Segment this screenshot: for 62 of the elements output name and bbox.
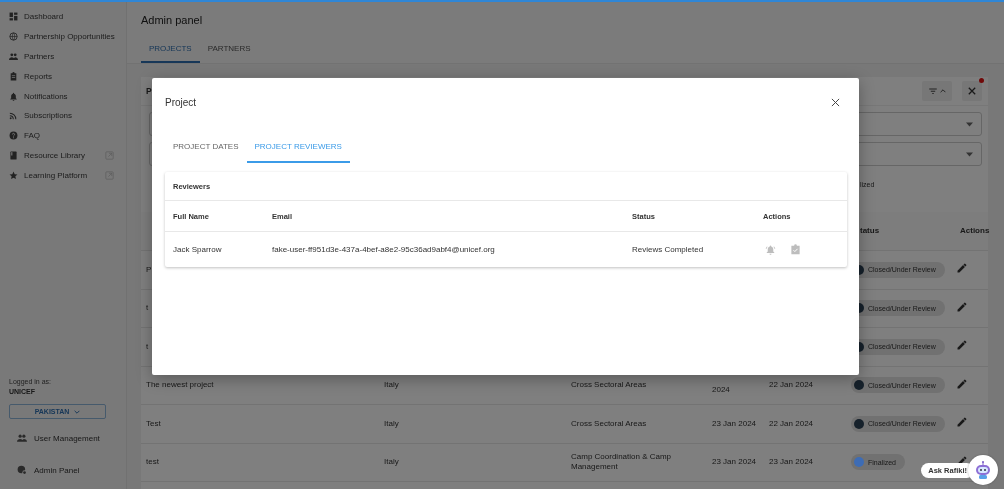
table-cell: Jack Sparrow — [173, 245, 222, 254]
sidebar-item[interactable]: Resource Library — [0, 145, 126, 166]
dialog-title: Project — [165, 97, 197, 108]
table-cell: P — [146, 264, 152, 274]
table-cell: Cross Sectoral Areas — [571, 380, 647, 390]
table-cell: 23 Jan 2024 — [712, 457, 757, 467]
sidebar-item[interactable]: Reports — [0, 66, 126, 87]
tab[interactable]: PARTNERS — [199, 36, 259, 63]
table-cell: Test — [146, 418, 161, 428]
close-button[interactable] — [829, 96, 842, 109]
table-cell: Italy — [384, 457, 399, 467]
bell-icon — [9, 91, 18, 101]
people-icon — [17, 433, 27, 443]
clipboard-icon — [9, 71, 18, 81]
help-icon — [9, 131, 18, 141]
robot-icon — [973, 460, 993, 480]
sidebar-item[interactable]: Dashboard — [0, 7, 126, 27]
table-cell: 22 Jan 2024 — [769, 380, 814, 390]
dashboard-icon — [9, 12, 18, 22]
alarm-bell-icon — [765, 244, 776, 255]
sidebar-item[interactable]: Admin Panel — [0, 460, 126, 480]
table-cell: t — [146, 341, 149, 351]
close-icon — [831, 98, 840, 107]
table-cell: Italy — [384, 380, 399, 390]
close-icon — [968, 87, 976, 95]
table-cell: 23 Jan 2024 — [712, 418, 757, 428]
table-cell: The newest project — [146, 380, 214, 390]
card-title: P — [146, 86, 153, 96]
table-cell: Italy — [384, 418, 399, 428]
table-cell: Camp Coordination & Camp Management — [571, 451, 672, 472]
sidebar-item[interactable]: Partners — [0, 46, 126, 67]
table-cell: Reviews Completed — [632, 245, 704, 254]
star-icon — [9, 170, 18, 180]
globe-icon — [9, 32, 18, 42]
table-cell: 22 Jan 2024 — [769, 418, 814, 428]
table-cell: fake-user-ff951d3e-437a-4bef-a8e2-95c36ad9abf4@unicef.org — [272, 245, 495, 254]
people-icon — [9, 52, 18, 61]
sidebar-item[interactable]: Subscriptions — [0, 106, 126, 126]
column-header: tatus — [860, 225, 880, 235]
caret-icon — [966, 121, 973, 127]
clipboard-check-icon — [790, 244, 801, 255]
sidebar-item[interactable]: Notifications — [0, 86, 126, 106]
sidebar-item[interactable]: User Management — [0, 428, 126, 448]
sidebar-item[interactable]: FAQ — [0, 125, 126, 146]
table-cell: 2024 — [712, 385, 730, 395]
page-title: Admin panel — [141, 13, 204, 28]
table-cell: t — [146, 303, 149, 313]
tab[interactable]: PROJECT REVIEWERS — [246, 131, 350, 163]
table-cell: test — [146, 457, 159, 467]
caret-icon — [966, 151, 973, 157]
clear-filters-button[interactable] — [962, 81, 982, 101]
chevron-down-icon — [74, 409, 81, 414]
sidebar-item[interactable]: Partnership Opportunities — [0, 26, 126, 47]
tab[interactable]: PROJECT DATES — [165, 131, 247, 163]
rss-icon — [9, 111, 18, 121]
admin-icon — [17, 465, 27, 475]
column-header: Actions — [960, 225, 990, 235]
table-cell: Cross Sectoral Areas — [571, 418, 647, 428]
chevron-up-icon — [940, 89, 946, 93]
book-icon — [9, 150, 18, 160]
sidebar-item[interactable]: Learning Platform — [0, 165, 126, 186]
table-cell: 23 Jan 2024 — [769, 457, 814, 467]
